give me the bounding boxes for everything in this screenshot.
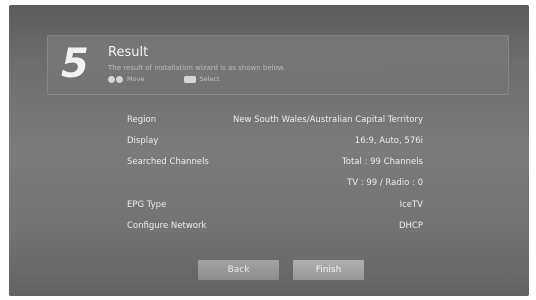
finish-button[interactable]: Finish [293, 260, 364, 280]
left-arrow-key-icon [108, 75, 115, 83]
summary-row-searched-channels: Searched Channels Total : 99 Channels [127, 157, 423, 178]
searched-channels-label: Searched Channels [127, 157, 209, 167]
region-value: New South Wales/Australian Capital Terri… [232, 115, 423, 125]
hint-select-label: Select [199, 75, 220, 83]
epg-type-value: IceTV [399, 200, 423, 210]
back-button[interactable]: Back [198, 260, 279, 280]
epg-type-label: EPG Type [127, 200, 167, 210]
configure-network-value: DHCP [399, 221, 423, 231]
summary-row-epg: EPG Type IceTV [127, 200, 423, 221]
wizard-header-panel: 5 Result The result of installation wiza… [47, 35, 509, 95]
summary-row-channel-breakdown: TV : 99 / Radio : 0 [127, 178, 423, 200]
key-hint-row: Move Select [108, 74, 220, 84]
summary-row-display: Display 16:9, Auto, 576i [127, 136, 423, 157]
summary-row-network: Configure Network DHCP [127, 221, 423, 242]
right-arrow-key-icon [116, 75, 123, 83]
searched-channels-total: Total : 99 Channels [342, 157, 423, 167]
configure-network-label: Configure Network [127, 221, 207, 231]
hint-move-label: Move [127, 75, 145, 83]
result-summary: Region New South Wales/Australian Capita… [127, 115, 423, 242]
header-description: The result of installation wizard is as … [108, 64, 286, 72]
page-title: Result [108, 45, 149, 60]
tv-screen: 5 Result The result of installation wiza… [9, 5, 529, 296]
ok-key-icon [184, 75, 197, 83]
display-label: Display [127, 136, 159, 146]
summary-row-region: Region New South Wales/Australian Capita… [127, 115, 423, 136]
searched-channels-breakdown: TV : 99 / Radio : 0 [347, 178, 423, 188]
step-number: 5 [61, 41, 89, 87]
region-label: Region [127, 115, 157, 125]
display-value: 16:9, Auto, 576i [354, 136, 423, 146]
